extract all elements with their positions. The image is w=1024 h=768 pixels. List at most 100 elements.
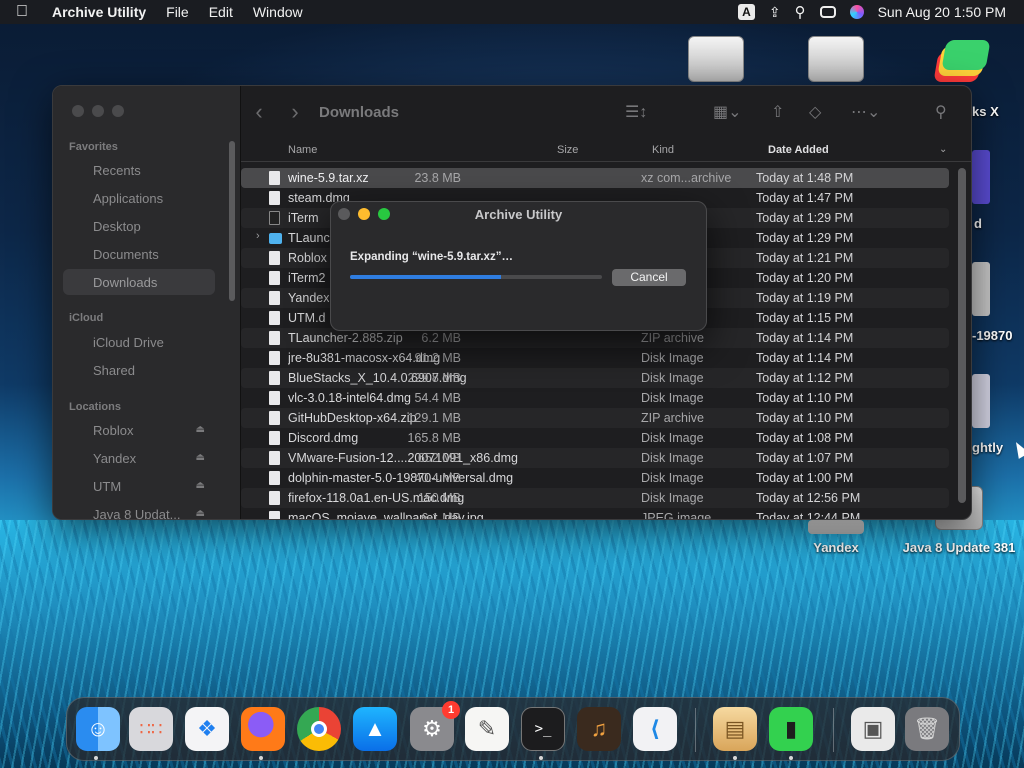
menu-window[interactable]: Window (243, 4, 313, 20)
file-icon (269, 471, 280, 485)
sidebar-item-desktop[interactable]: Desktop (63, 213, 215, 239)
file-kind: JPEG image (641, 511, 712, 520)
group-grid-icon[interactable]: ▦⌄ (713, 102, 742, 122)
list-view-icon[interactable]: ☰↕ (625, 102, 647, 122)
sidebar-item-shared[interactable]: Shared (63, 357, 215, 383)
table-row[interactable]: jre-8u381-macosx-x64.dmg 91.2 MB Disk Imag… (241, 348, 949, 368)
table-row[interactable]: vlc-3.0.18-intel64.dmg 54.4 MB Disk Image T… (241, 388, 949, 408)
eject-icon[interactable]: ⏏ (196, 424, 205, 435)
column-date-added[interactable]: Date Added (768, 144, 829, 156)
sidebar-item-label: Roblox (93, 422, 134, 438)
sidebar-item-roblox[interactable]: Roblox ⏏ (63, 417, 215, 443)
safari-icon[interactable]: ❖ (185, 707, 229, 751)
table-row[interactable]: Discord.dmg 165.8 MB Disk Image Today at 1:… (241, 428, 949, 448)
launchpad-icon[interactable]: ∷∷ (129, 707, 173, 751)
table-row[interactable]: GitHubDesktop-x64.zip 129.1 MB ZIP archive… (241, 408, 949, 428)
file-kind: Disk Image (641, 371, 704, 385)
tag-icon[interactable]: ◇ (809, 102, 821, 122)
eject-icon[interactable]: ⏏ (196, 452, 205, 463)
firefox-icon[interactable] (241, 707, 285, 751)
sidebar-item-label: Desktop (93, 218, 141, 234)
sidebar-item-documents[interactable]: Documents (63, 241, 215, 267)
file-size: 229.8 MB (407, 371, 461, 385)
share-icon[interactable]: ⇧ (771, 102, 784, 122)
forward-chevron-icon[interactable]: › (277, 99, 313, 125)
close-button[interactable] (72, 105, 84, 117)
file-date: Today at 1:10 PM (756, 391, 854, 405)
siri-icon[interactable] (849, 5, 864, 19)
sidebar-item-icloud-drive[interactable]: iCloud Drive (63, 329, 215, 355)
vscode-icon[interactable]: ⟨ (633, 707, 677, 751)
more-actions-icon[interactable]: ⋯⌄ (851, 102, 880, 122)
table-row[interactable]: VMware-Fusion-12....20071091_x86.dmg 652 … (241, 448, 949, 468)
textedit-icon[interactable]: ✎ (465, 707, 509, 751)
table-row[interactable]: TLauncher-2.885.zip 6.2 MB ZIP archive Toda… (241, 328, 949, 348)
menu-clock[interactable]: Sun Aug 20 1:50 PM (878, 4, 1006, 20)
file-list-scrollbar[interactable] (958, 168, 966, 503)
file-size: 91.2 MB (414, 351, 461, 365)
zoom-button[interactable] (112, 105, 124, 117)
table-row[interactable]: wine-5.9.tar.xz 23.8 MB xz com...archive To… (241, 168, 949, 188)
input-source-icon[interactable]: A (738, 4, 755, 20)
desktop-label-bluestacks[interactable]: ks X (972, 104, 999, 119)
sidebar-item-yandex[interactable]: Yandex ⏏ (63, 445, 215, 471)
table-row[interactable]: dolphin-master-5.0-19870-universal.dmg 40… (241, 468, 949, 488)
preview-icon[interactable]: ▣ (851, 707, 895, 751)
minimize-button[interactable] (92, 105, 104, 117)
archive-utility-icon[interactable]: ▤ (713, 707, 757, 751)
desktop-icon-firefox-disk[interactable] (972, 374, 990, 428)
desktop-label-nightly[interactable]: ghtly (972, 440, 1003, 455)
menu-file[interactable]: File (156, 4, 199, 20)
finder-icon[interactable]: ☺ (76, 707, 120, 751)
garageband-icon[interactable]: ♫ (577, 707, 621, 751)
column-name[interactable]: Name (288, 144, 317, 156)
file-icon (269, 331, 280, 345)
file-size: 129.1 MB (407, 411, 461, 425)
table-row[interactable]: firefox-118.0a1.en-US.mac.dmg 150 MB Disk … (241, 488, 949, 508)
desktop-label-dolphin[interactable]: -19870 (972, 328, 1012, 343)
sidebar-scrollbar[interactable] (229, 141, 235, 301)
table-row[interactable]: BlueStacks_X_10.4.0.6907.dmg 229.8 MB Disk… (241, 368, 949, 388)
desktop-label-d[interactable]: d (974, 216, 982, 231)
column-size[interactable]: Size (557, 144, 578, 156)
menu-edit[interactable]: Edit (199, 4, 243, 20)
bluestacks-icon[interactable] (928, 38, 991, 88)
menu-bar-extras: A ⇪ ⚲ Sun Aug 20 1:50 PM (738, 3, 1024, 21)
sidebar-item-applications[interactable]: Applications (63, 185, 215, 211)
running-indicator (733, 756, 737, 760)
desktop-drive-2[interactable] (808, 36, 864, 82)
disclosure-chevron-icon[interactable]: › (256, 230, 260, 242)
sidebar-item-utm[interactable]: UTM ⏏ (63, 473, 215, 499)
desktop-icon-disk[interactable] (972, 262, 990, 316)
drive-icon (808, 520, 864, 534)
sidebar-item-downloads[interactable]: Downloads (63, 269, 215, 295)
column-kind[interactable]: Kind (652, 144, 674, 156)
system-settings-icon[interactable]: ⚙ 1 (410, 701, 460, 751)
terminal-icon[interactable]: >_ (521, 707, 565, 751)
android-file-transfer-icon[interactable]: ▮ (769, 707, 813, 751)
wifi-icon[interactable]: ⇪ (769, 4, 781, 21)
file-size: 54.4 MB (414, 391, 461, 405)
sidebar-item-java[interactable]: Java 8 Updat... ⏏ (63, 501, 215, 520)
trash-icon[interactable]: 🗑 (905, 707, 949, 751)
progress-bar (350, 275, 602, 279)
file-icon (269, 371, 280, 385)
file-date: Today at 1:47 PM (756, 191, 854, 205)
table-row[interactable]: macOS_mojave_wallpaper_day.jpg 6.1 MB JPEG… (241, 508, 949, 520)
desktop-icon-yandex[interactable]: Yandex (808, 520, 864, 555)
sort-chevron-icon[interactable]: ⌄ (939, 144, 947, 155)
sidebar-item-recents[interactable]: Recents (63, 157, 215, 183)
menu-app-name[interactable]: Archive Utility (44, 4, 156, 20)
apple-menu-icon[interactable]:  (0, 3, 44, 21)
chrome-icon[interactable] (297, 707, 341, 751)
desktop-drive-1[interactable] (688, 36, 744, 82)
app-store-icon[interactable]: ▲ (353, 707, 397, 751)
eject-icon[interactable]: ⏏ (196, 480, 205, 491)
search-icon[interactable]: ⚲ (935, 102, 947, 122)
desktop-icon-purple[interactable] (972, 150, 990, 204)
back-chevron-icon[interactable]: ‹ (241, 99, 277, 125)
search-icon[interactable]: ⚲ (795, 3, 806, 21)
control-center-icon[interactable] (819, 6, 836, 18)
eject-icon[interactable]: ⏏ (196, 508, 205, 519)
cancel-button[interactable]: Cancel (612, 269, 686, 286)
